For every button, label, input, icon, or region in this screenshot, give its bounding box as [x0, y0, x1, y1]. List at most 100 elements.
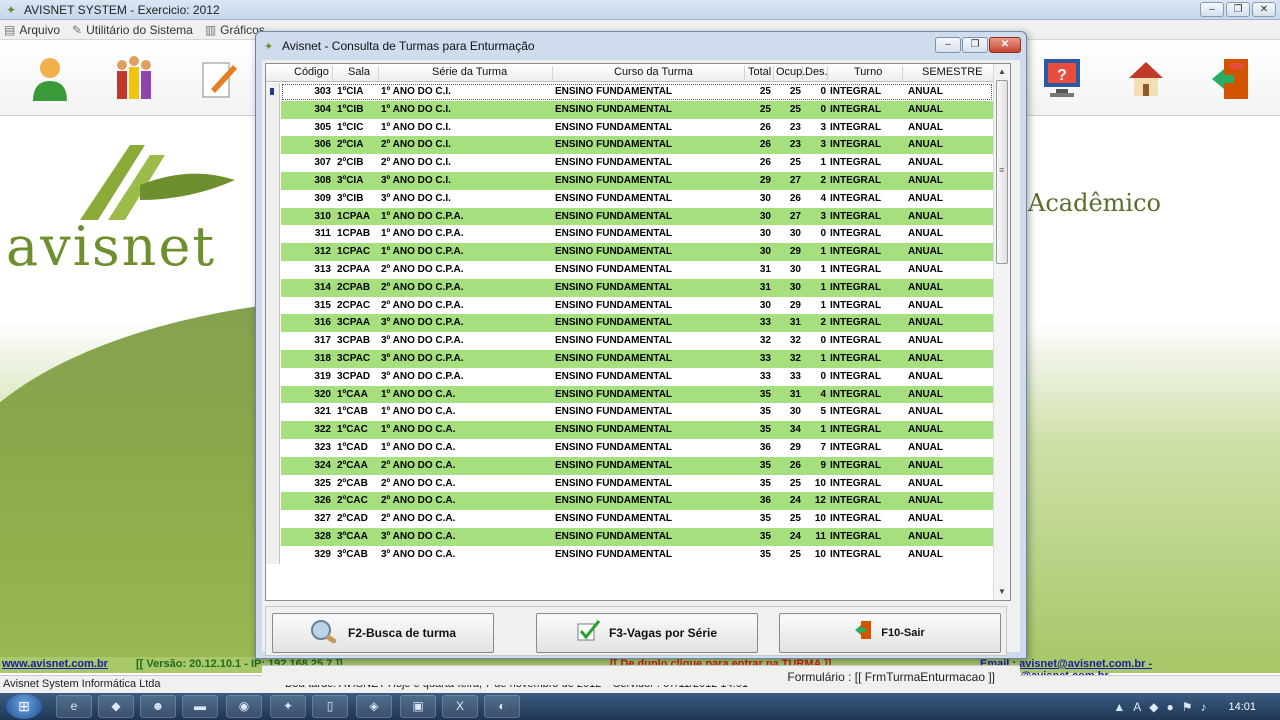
- row-indicator[interactable]: [266, 314, 280, 333]
- table-row[interactable]: 309 3ºCIB 3º ANO DO C.I. ENSINO FUNDAMENTAL…: [266, 189, 993, 208]
- table-row[interactable]: 308 3ºCIA 3º ANO DO C.I. ENSINO FUNDAMENTAL…: [266, 172, 993, 190]
- table-row[interactable]: 304 1ºCIB 1º ANO DO C.I. ENSINO FUNDAMENTAL…: [266, 100, 993, 119]
- tray-shield-icon[interactable]: ▲: [1113, 700, 1125, 714]
- row-indicator[interactable]: [266, 225, 280, 244]
- row-indicator[interactable]: [266, 136, 280, 155]
- table-row[interactable]: 312 1CPAC 1º ANO DO C.P.A. ENSINO FUNDAMENT…: [266, 243, 993, 261]
- home-icon[interactable]: [1124, 54, 1168, 102]
- row-indicator[interactable]: [266, 83, 280, 101]
- col-header-total[interactable]: Total: [748, 66, 771, 78]
- table-row[interactable]: 321 1ºCAB 1º ANO DO C.A. ENSINO FUNDAMENTAL…: [266, 403, 993, 422]
- user-icon[interactable]: [28, 54, 72, 102]
- col-header-ocup[interactable]: Ocup.: [776, 66, 805, 78]
- table-row[interactable]: 314 2CPAB 2º ANO DO C.P.A. ENSINO FUNDAMENT…: [266, 278, 993, 297]
- tray-update-icon[interactable]: ●: [1166, 700, 1173, 714]
- tray-volume-icon[interactable]: ♪: [1200, 700, 1206, 714]
- grid-vertical-scrollbar[interactable]: ▲ ▼: [993, 64, 1010, 600]
- row-indicator[interactable]: [266, 403, 280, 422]
- users-taskbar-icon[interactable]: ☻: [140, 695, 176, 718]
- col-header-turno[interactable]: Turno: [854, 66, 882, 78]
- scroll-thumb[interactable]: [996, 80, 1008, 264]
- table-row[interactable]: 315 2CPAC 2º ANO DO C.P.A. ENSINO FUNDAMENT…: [266, 296, 993, 315]
- row-indicator[interactable]: [266, 385, 280, 404]
- row-indicator[interactable]: [266, 296, 280, 315]
- table-row[interactable]: 318 3CPAC 3º ANO DO C.P.A. ENSINO FUNDAMENT…: [266, 350, 993, 368]
- col-header-serie[interactable]: Série da Turma: [432, 66, 507, 78]
- col-header-sala[interactable]: Sala: [348, 66, 370, 78]
- row-indicator[interactable]: [266, 243, 280, 261]
- dialog-maximize-button[interactable]: ❐: [962, 37, 988, 53]
- menu-utilitario[interactable]: ✎ Utilitário do Sistema: [68, 23, 201, 37]
- row-indicator[interactable]: [266, 172, 280, 190]
- excel-taskbar-icon[interactable]: X: [442, 695, 478, 718]
- row-indicator[interactable]: [266, 421, 280, 439]
- col-header-des[interactable]: Des.: [805, 66, 828, 78]
- notepad-taskbar-icon[interactable]: ▯: [312, 695, 348, 718]
- row-indicator[interactable]: [266, 510, 280, 528]
- table-row[interactable]: 326 2ºCAC 2º ANO DO C.A. ENSINO FUNDAMENTAL…: [266, 492, 993, 511]
- dialog-minimize-button[interactable]: –: [935, 37, 961, 53]
- table-row[interactable]: 311 1CPAB 1º ANO DO C.P.A. ENSINO FUNDAMENT…: [266, 225, 993, 244]
- table-row[interactable]: 329 3ºCAB 3º ANO DO C.A. ENSINO FUNDAMENTAL…: [266, 545, 993, 564]
- scroll-up-arrow-icon[interactable]: ▲: [994, 64, 1010, 80]
- remote-taskbar-icon[interactable]: ▣: [400, 695, 436, 718]
- clock[interactable]: 14:01: [1228, 701, 1256, 713]
- students-group-icon[interactable]: [112, 54, 156, 102]
- table-row[interactable]: 310 1CPAA 1º ANO DO C.P.A. ENSINO FUNDAMENT…: [266, 207, 993, 226]
- table-row[interactable]: 316 3CPAA 3º ANO DO C.P.A. ENSINO FUNDAMENT…: [266, 314, 993, 333]
- close-button[interactable]: ✕: [1252, 2, 1276, 17]
- col-header-semestre[interactable]: SEMESTRE: [922, 66, 983, 78]
- table-row[interactable]: 328 3ºCAA 3º ANO DO C.A. ENSINO FUNDAMENTAL…: [266, 528, 993, 546]
- network-taskbar-icon[interactable]: ◈: [356, 695, 392, 718]
- vagas-serie-button[interactable]: F3-Vagas por Série: [536, 613, 758, 653]
- col-header-codigo[interactable]: Código: [294, 66, 329, 78]
- row-indicator[interactable]: [266, 100, 280, 119]
- dialog-title-bar[interactable]: ✦ Avisnet - Consulta de Turmas para Entu…: [256, 32, 1026, 60]
- table-row[interactable]: 322 1ºCAC 1º ANO DO C.A. ENSINO FUNDAMENTAL…: [266, 421, 993, 439]
- minimize-button[interactable]: –: [1200, 2, 1224, 17]
- folder-taskbar-icon[interactable]: ▬: [182, 695, 218, 718]
- tray-acrobat-icon[interactable]: A: [1133, 700, 1141, 714]
- row-indicator[interactable]: [266, 332, 280, 350]
- sair-button[interactable]: F10-Sair: [779, 613, 1001, 653]
- chrome-taskbar-icon[interactable]: ◉: [226, 695, 262, 718]
- tray-flag-icon[interactable]: ⚑: [1182, 700, 1193, 714]
- busca-turma-button[interactable]: F2-Busca de turma: [272, 613, 494, 653]
- table-row[interactable]: 323 1ºCAD 1º ANO DO C.A. ENSINO FUNDAMENTAL…: [266, 439, 993, 457]
- table-row[interactable]: 306 2ºCIA 2º ANO DO C.I. ENSINO FUNDAMENTAL…: [266, 136, 993, 155]
- table-row[interactable]: 327 2ºCAD 2º ANO DO C.A. ENSINO FUNDAMENTAL…: [266, 510, 993, 528]
- row-indicator[interactable]: [266, 456, 280, 475]
- table-row[interactable]: 317 3CPAB 3º ANO DO C.P.A. ENSINO FUNDAMENT…: [266, 332, 993, 350]
- tool-taskbar-icon[interactable]: ◐: [484, 695, 520, 718]
- tray-network-icon[interactable]: ◆: [1149, 700, 1158, 714]
- turmas-grid[interactable]: Código Sala Série da Turma Curso da Turm…: [265, 63, 1011, 601]
- row-indicator[interactable]: [266, 189, 280, 208]
- ie-taskbar-icon[interactable]: e: [56, 695, 92, 718]
- row-indicator[interactable]: [266, 207, 280, 226]
- table-row[interactable]: 313 2CPAA 2º ANO DO C.P.A. ENSINO FUNDAMENT…: [266, 261, 993, 279]
- row-indicator[interactable]: [266, 367, 280, 386]
- row-indicator[interactable]: [266, 492, 280, 511]
- table-row[interactable]: 325 2ºCAB 2º ANO DO C.A. ENSINO FUNDAMENTAL…: [266, 474, 993, 493]
- row-indicator[interactable]: [266, 261, 280, 279]
- edit-document-icon[interactable]: [196, 54, 240, 102]
- row-indicator[interactable]: [266, 278, 280, 297]
- start-button[interactable]: ⊞: [6, 694, 42, 719]
- row-indicator[interactable]: [266, 545, 280, 564]
- row-indicator[interactable]: [266, 118, 280, 137]
- maximize-button[interactable]: ❐: [1226, 2, 1250, 17]
- table-row[interactable]: 324 2ºCAA 2º ANO DO C.A. ENSINO FUNDAMENTAL…: [266, 456, 993, 475]
- row-indicator[interactable]: [266, 474, 280, 493]
- table-row[interactable]: 320 1ºCAA 1º ANO DO C.A. ENSINO FUNDAMENTAL…: [266, 385, 993, 404]
- menu-arquivo[interactable]: ▤ Arquivo: [0, 23, 68, 37]
- row-indicator[interactable]: [266, 350, 280, 368]
- table-row[interactable]: 307 2ºCIB 2º ANO DO C.I. ENSINO FUNDAMENTAL…: [266, 154, 993, 172]
- table-row[interactable]: 319 3CPAD 3º ANO DO C.P.A. ENSINO FUNDAMENT…: [266, 367, 993, 386]
- site-link[interactable]: www.avisnet.com.br: [2, 658, 108, 670]
- scroll-down-arrow-icon[interactable]: ▼: [994, 584, 1010, 600]
- dialog-close-button[interactable]: ✕: [989, 37, 1021, 53]
- row-indicator[interactable]: [266, 154, 280, 172]
- row-indicator[interactable]: [266, 528, 280, 546]
- app-taskbar-icon[interactable]: ◆: [98, 695, 134, 718]
- avisnet-taskbar-icon[interactable]: ✦: [270, 695, 306, 718]
